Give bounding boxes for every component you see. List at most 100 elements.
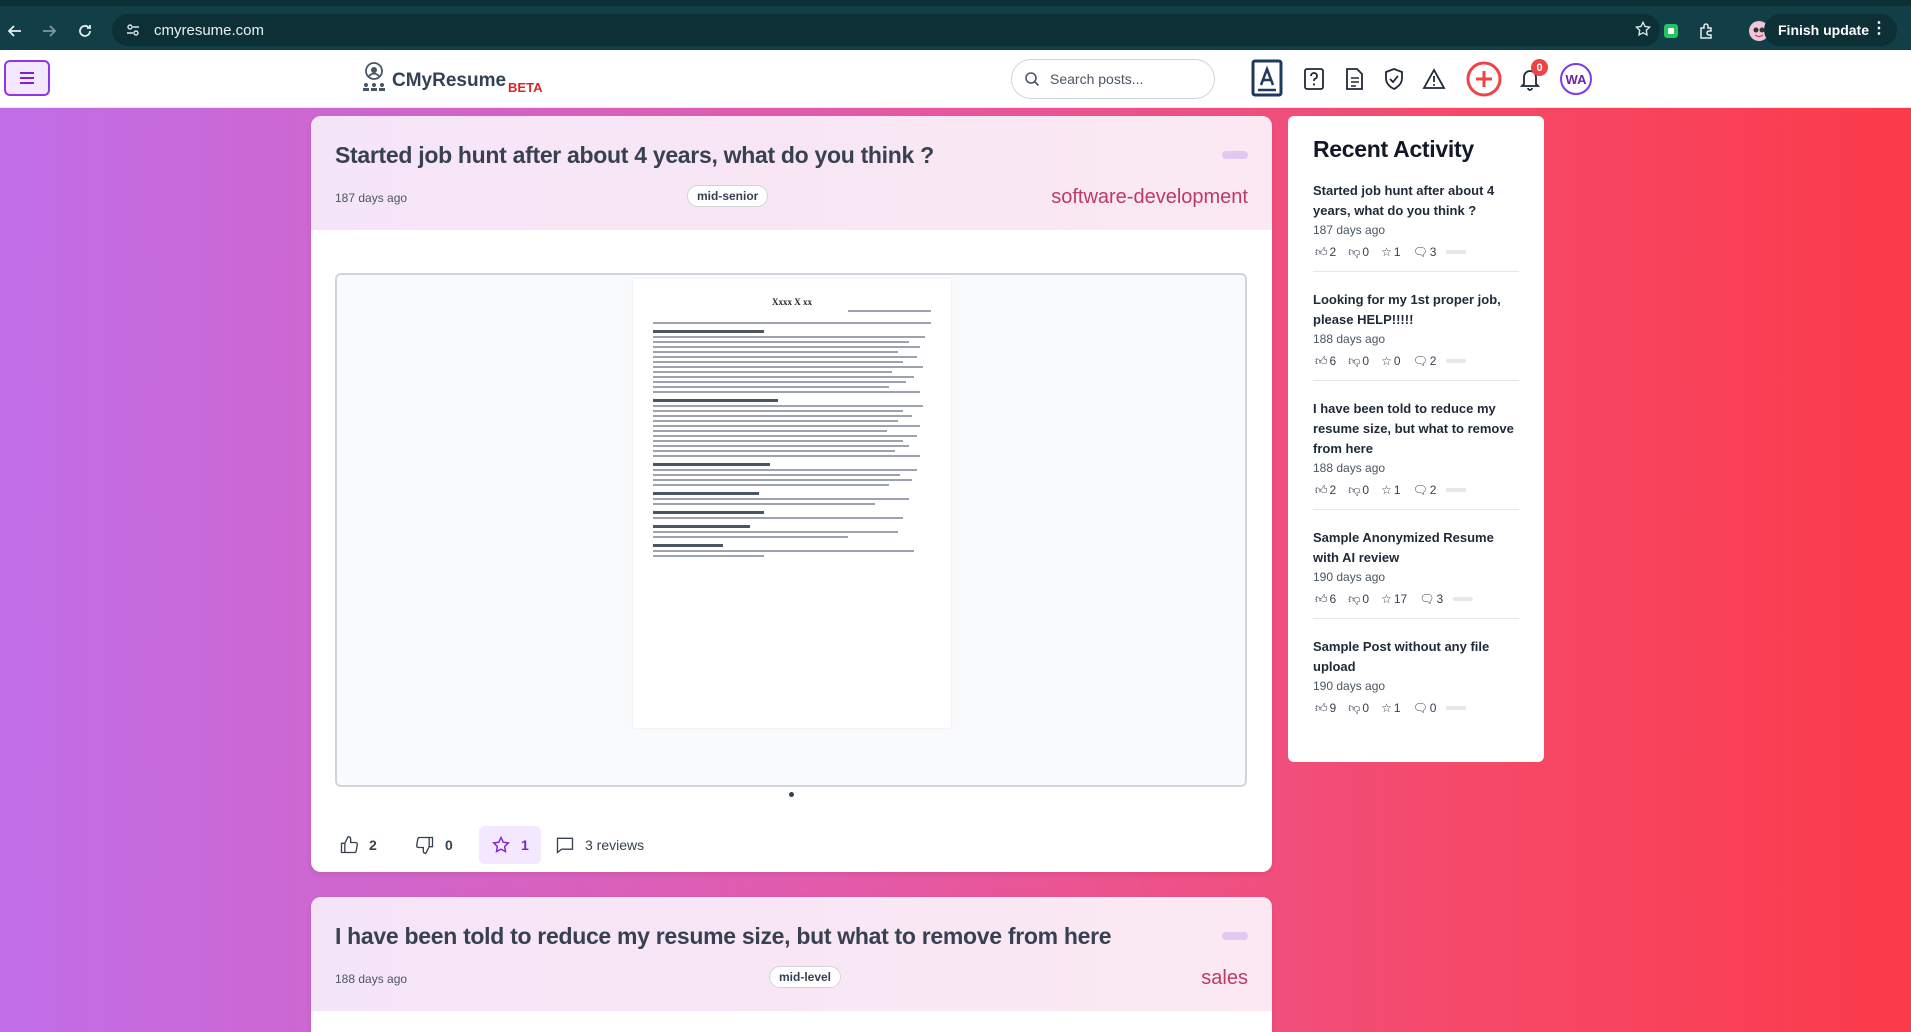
activity-title[interactable]: Looking for my 1st proper job, please HE…	[1313, 290, 1519, 330]
activity-item[interactable]: I have been told to reduce my resume siz…	[1313, 399, 1519, 510]
help-question-icon[interactable]	[1296, 61, 1332, 97]
star-button[interactable]: 1	[479, 826, 541, 864]
dislike-count: 0	[445, 837, 453, 853]
brand-name: CMyResume	[392, 70, 507, 91]
activity-bar	[1453, 597, 1474, 601]
dislikes-stat: 👎︎ 0	[1346, 701, 1369, 716]
post-date: 187 days ago	[335, 191, 408, 205]
app-header: CMyResume BETA 0 WA	[0, 50, 1911, 108]
comment-icon: 🗨︎	[1412, 701, 1428, 715]
user-avatar[interactable]: WA	[1560, 63, 1592, 95]
thumbs-up-icon: 👍︎	[1315, 482, 1328, 497]
activity-stats: 👍︎ 6 👎︎ 0 ☆ 17 🗨︎ 3	[1313, 590, 1519, 608]
stars-stat: ☆ 1	[1379, 701, 1400, 715]
notifications-bell-icon[interactable]: 0	[1512, 59, 1548, 97]
resume-preview[interactable]: Xxxx X xx	[335, 273, 1247, 787]
create-post-plus-icon[interactable]	[1464, 59, 1504, 99]
document-icon[interactable]	[1336, 61, 1372, 97]
category-tag[interactable]: software-development	[1051, 186, 1248, 209]
comment-icon: 🗨︎	[1412, 483, 1428, 497]
recent-activity-heading: Recent Activity	[1313, 136, 1474, 162]
logo-icon	[363, 62, 385, 91]
menu-button[interactable]	[4, 60, 50, 96]
likes-stat: 👍︎ 6	[1313, 354, 1336, 369]
comments-value: 2	[1429, 354, 1437, 368]
shield-check-icon[interactable]	[1376, 61, 1412, 97]
reviews-count: 3 reviews	[585, 837, 645, 853]
likes-stat: 👍︎ 2	[1313, 245, 1336, 260]
activity-item[interactable]: Sample Anonymized Resume with AI review …	[1313, 528, 1519, 619]
activity-title[interactable]: Sample Post without any file upload	[1313, 637, 1519, 677]
activity-stats: 👍︎ 6 👎︎ 0 ☆ 0 🗨︎ 2	[1313, 352, 1519, 370]
stars-stat: ☆ 1	[1379, 245, 1400, 259]
activity-title[interactable]: Sample Anonymized Resume with AI review	[1313, 528, 1519, 568]
activity-bar	[1446, 488, 1467, 492]
activity-item[interactable]: Sample Post without any file upload 190 …	[1313, 637, 1519, 727]
comment-icon: 🗨︎	[1412, 354, 1428, 368]
post-title[interactable]: Started job hunt after about 4 years, wh…	[335, 142, 934, 169]
back-arrow-icon[interactable]	[0, 16, 30, 46]
activity-date: 187 days ago	[1313, 223, 1386, 237]
activity-item[interactable]: Looking for my 1st proper job, please HE…	[1313, 290, 1519, 381]
star-count: 1	[521, 837, 529, 853]
search-box[interactable]	[1011, 59, 1215, 99]
reload-icon[interactable]	[70, 16, 100, 46]
activity-bar	[1446, 250, 1467, 254]
dislikes-stat: 👎︎ 0	[1346, 354, 1369, 369]
likes-stat: 👍︎ 2	[1313, 483, 1336, 498]
recent-activity-panel: Recent Activity Started job hunt after a…	[1288, 116, 1544, 762]
extension-green-icon[interactable]	[1658, 18, 1684, 44]
search-icon	[1025, 72, 1040, 87]
star-icon: ☆	[1381, 592, 1392, 606]
post-card[interactable]: Started job hunt after about 4 years, wh…	[311, 116, 1272, 872]
site-settings-icon[interactable]	[126, 23, 140, 37]
level-badge[interactable]: mid-senior	[687, 185, 769, 207]
dislikes-stat: 👎︎ 0	[1346, 483, 1369, 498]
dislikes-value: 0	[1362, 483, 1370, 497]
comment-icon	[556, 837, 574, 854]
post-actions: 2 0 1 3 reviews	[311, 822, 1272, 872]
dislike-button[interactable]: 0	[415, 826, 453, 864]
star-icon: ☆	[1381, 701, 1392, 715]
search-input[interactable]	[1050, 71, 1200, 87]
likes-value: 2	[1329, 245, 1337, 259]
activity-title[interactable]: I have been told to reduce my resume siz…	[1313, 399, 1519, 459]
activity-date: 188 days ago	[1313, 461, 1386, 475]
comments-stat: 🗨︎ 3	[1411, 245, 1437, 259]
thumbs-up-icon: 👍︎	[1315, 591, 1328, 606]
post-title[interactable]: I have been told to reduce my resume siz…	[335, 923, 1112, 950]
activity-stats: 👍︎ 2 👎︎ 0 ☆ 1 🗨︎ 3	[1313, 243, 1519, 261]
stars-stat: ☆ 1	[1379, 483, 1400, 497]
likes-stat: 👍︎ 9	[1313, 701, 1336, 716]
beta-label: BETA	[508, 80, 543, 95]
address-bar[interactable]: cmyresume.com	[112, 14, 1660, 46]
post-card[interactable]: I have been told to reduce my resume siz…	[311, 897, 1272, 1032]
category-tag[interactable]: sales	[1201, 967, 1248, 990]
forward-arrow-icon[interactable]	[34, 16, 64, 46]
activity-date: 190 days ago	[1313, 570, 1386, 584]
resume-builder-icon[interactable]	[1248, 57, 1286, 99]
activity-item[interactable]: Started job hunt after about 4 years, wh…	[1313, 181, 1519, 272]
dislikes-stat: 👎︎ 0	[1346, 592, 1369, 607]
main-content: Started job hunt after about 4 years, wh…	[0, 108, 1911, 1032]
thumbs-down-icon: 👎︎	[1348, 353, 1361, 368]
finish-update-label: Finish update	[1778, 22, 1869, 38]
dislikes-stat: 👎︎ 0	[1346, 245, 1369, 260]
like-button[interactable]: 2	[339, 826, 377, 864]
stars-stat: ☆ 17	[1379, 592, 1407, 606]
reviews-button[interactable]: 3 reviews	[555, 826, 644, 864]
stars-value: 17	[1393, 592, 1408, 606]
extensions-puzzle-icon[interactable]	[1694, 18, 1720, 44]
brand-logo[interactable]: CMyResume BETA	[362, 62, 543, 95]
dislikes-value: 0	[1362, 354, 1370, 368]
finish-update-button[interactable]: Finish update ⋮	[1764, 14, 1897, 46]
more-vertical-icon[interactable]: ⋮	[1871, 20, 1887, 38]
thumbs-down-icon: 👎︎	[1348, 591, 1361, 606]
post-header: I have been told to reduce my resume siz…	[311, 897, 1272, 1011]
bookmark-star-icon[interactable]	[1634, 20, 1652, 38]
carousel-dot[interactable]	[789, 792, 794, 797]
thumbs-up-icon: 👍︎	[1315, 353, 1328, 368]
level-badge[interactable]: mid-level	[769, 966, 842, 988]
warning-triangle-icon[interactable]	[1416, 61, 1452, 97]
activity-title[interactable]: Started job hunt after about 4 years, wh…	[1313, 181, 1519, 221]
